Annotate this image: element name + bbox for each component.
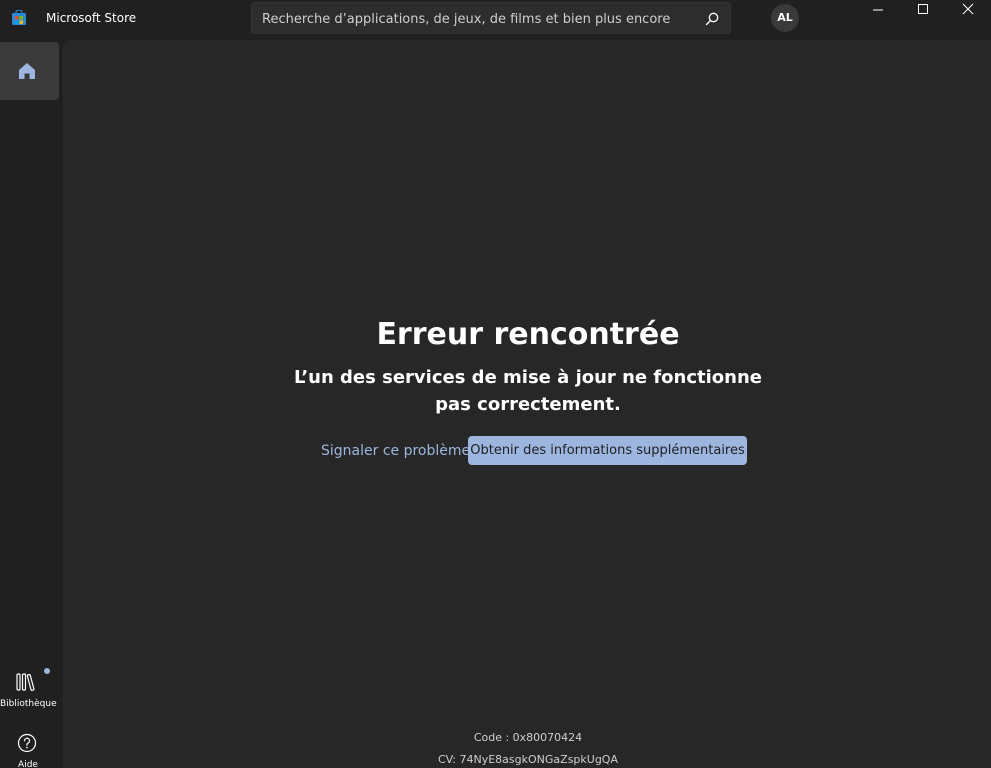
sidebar: Bibliothèque Aide <box>0 40 63 768</box>
user-avatar[interactable]: AL <box>771 4 799 32</box>
library-icon <box>16 673 38 691</box>
notification-dot <box>44 668 50 674</box>
search-input[interactable] <box>262 10 692 28</box>
more-info-button[interactable]: Obtenir des informations supplémentaires <box>468 436 747 465</box>
search-icon[interactable] <box>704 11 720 27</box>
error-title: Erreur rencontrée <box>376 317 680 352</box>
sidebar-item-home[interactable] <box>0 42 59 100</box>
search-box[interactable] <box>251 2 731 34</box>
error-code: Code : 0x80070424 <box>473 731 583 744</box>
home-icon <box>17 61 37 81</box>
error-message: L’un des services de mise à jour ne fonc… <box>293 367 763 415</box>
maximize-button[interactable] <box>900 0 946 20</box>
sidebar-item-library[interactable]: Bibliothèque <box>0 667 63 715</box>
title-bar: Microsoft Store AL <box>0 0 991 40</box>
sidebar-item-label: Aide <box>18 760 38 768</box>
sidebar-item-help[interactable]: Aide <box>0 730 63 768</box>
correlation-vector: CV: 74NyE8asgkONGaZspkUgQA <box>437 753 618 766</box>
app-title: Microsoft Store <box>46 11 137 25</box>
help-icon <box>17 733 37 753</box>
close-button[interactable] <box>945 0 991 20</box>
minimize-button[interactable] <box>855 0 901 20</box>
report-problem-link[interactable]: Signaler ce problème <box>321 441 470 461</box>
sidebar-item-label: Bibliothèque <box>0 699 57 709</box>
microsoft-store-logo-icon <box>11 9 27 26</box>
main-content: Erreur rencontrée L’un des services de m… <box>63 40 991 768</box>
